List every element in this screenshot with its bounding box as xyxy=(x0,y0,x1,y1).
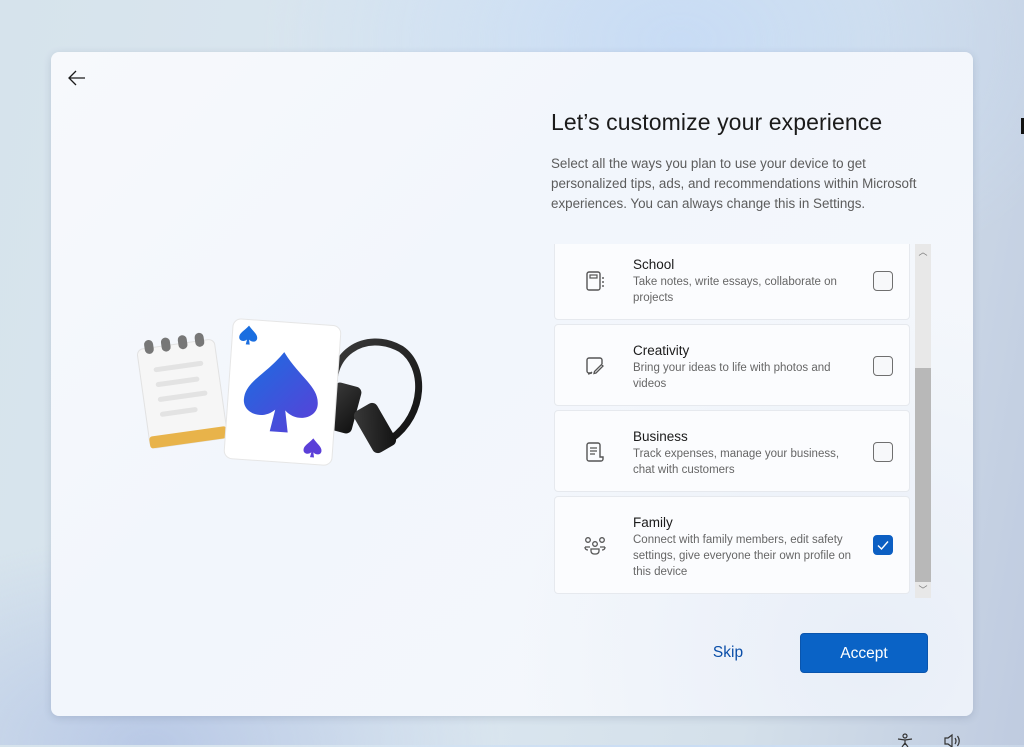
notebook-icon xyxy=(586,271,604,291)
family-checkbox[interactable] xyxy=(873,535,893,555)
business-checkbox[interactable] xyxy=(873,442,893,462)
scroll-up-button[interactable]: ︿ xyxy=(915,244,931,260)
oobe-dialog: Let’s customize your experience Select a… xyxy=(51,52,973,716)
option-business[interactable]: Business Track expenses, manage your bus… xyxy=(554,410,910,492)
option-name: Creativity xyxy=(633,343,690,358)
receipt-icon xyxy=(586,442,604,462)
option-name: Family xyxy=(633,515,673,530)
option-description: Track expenses, manage your business, ch… xyxy=(633,448,840,476)
option-description: Take notes, write essays, collaborate on… xyxy=(633,276,837,304)
arrow-left-icon xyxy=(68,70,85,86)
option-description: Connect with family members, edit safety… xyxy=(633,534,851,578)
page-description: Select all the ways you plan to use your… xyxy=(551,156,917,211)
people-group-icon xyxy=(584,537,606,555)
illustration xyxy=(136,318,423,466)
options-scrollbar[interactable]: ︿ ﹀ xyxy=(915,244,931,598)
option-school[interactable]: School Take notes, write essays, collabo… xyxy=(554,244,910,320)
checkmark-icon xyxy=(877,541,889,551)
spade-card-image xyxy=(223,318,342,466)
draw-pen-icon xyxy=(586,357,604,375)
creativity-checkbox[interactable] xyxy=(873,356,893,376)
skip-button[interactable]: Skip xyxy=(696,634,760,672)
options-list: School Take notes, write essays, collabo… xyxy=(554,244,932,596)
option-name: School xyxy=(633,257,675,272)
notepad-image xyxy=(136,332,228,449)
option-name: Business xyxy=(633,429,688,444)
option-description: Bring your ideas to life with photos and… xyxy=(633,362,831,390)
scroll-thumb[interactable] xyxy=(915,368,931,582)
option-creativity[interactable]: Creativity Bring your ideas to life with… xyxy=(554,324,910,406)
option-family[interactable]: Family Connect with family members, edit… xyxy=(554,496,910,594)
back-button[interactable] xyxy=(65,66,89,90)
accept-button[interactable]: Accept xyxy=(800,633,928,673)
page-title: Let’s customize your experience xyxy=(551,109,883,135)
school-checkbox[interactable] xyxy=(873,271,893,291)
scroll-down-button[interactable]: ﹀ xyxy=(915,582,931,598)
